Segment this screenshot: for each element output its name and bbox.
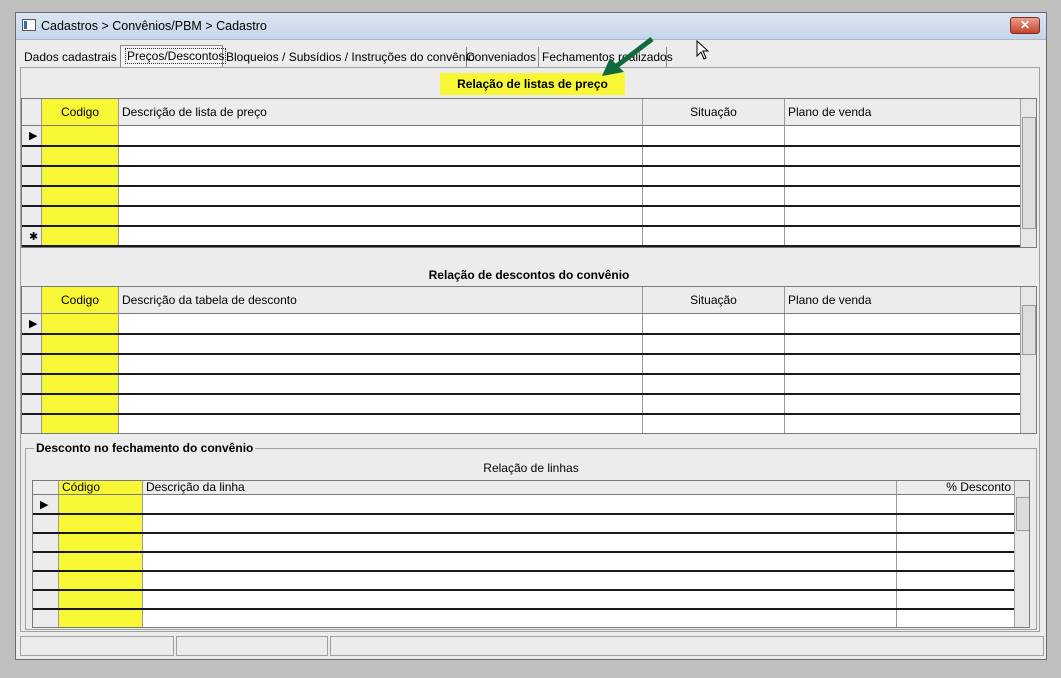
scroll-thumb[interactable]	[1022, 305, 1036, 355]
tab-conveniados[interactable]: Conveniados	[462, 47, 539, 67]
status-cell-2	[176, 636, 328, 656]
tab-panel-precos-descontos: Relação de listas de preço Codigo Descri…	[20, 67, 1040, 632]
title-bar: Cadastros > Convênios/PBM > Cadastro ✕	[16, 13, 1046, 40]
current-row-indicator: ▶	[29, 130, 38, 142]
header-codigo[interactable]: Código	[59, 481, 143, 495]
corner-header	[22, 99, 42, 126]
vertical-scrollbar[interactable]	[1020, 99, 1036, 247]
new-row-indicator: ✱	[29, 231, 39, 243]
closing-discount-title: Desconto no fechamento do convênio	[34, 441, 256, 455]
status-cell-1	[20, 636, 174, 656]
header-plano-de-venda[interactable]: Plano de venda	[785, 99, 1022, 126]
tab-precos-descontos[interactable]: Preços/Descontos	[120, 45, 227, 68]
header-situacao[interactable]: Situação	[643, 287, 785, 314]
scroll-thumb[interactable]	[1016, 497, 1029, 531]
current-row-indicator: ▶	[29, 318, 38, 330]
lines-grid[interactable]: Código Descrição da linha % Desconto ▶	[32, 480, 1030, 628]
vertical-scrollbar[interactable]	[1014, 481, 1029, 627]
status-bar	[20, 636, 1044, 656]
current-row-indicator: ▶	[40, 499, 49, 511]
green-arrow-icon	[602, 37, 654, 76]
window-title: Cadastros > Convênios/PBM > Cadastro	[41, 19, 267, 33]
header-plano-de-venda[interactable]: Plano de venda	[785, 287, 1022, 314]
header-situacao[interactable]: Situação	[643, 99, 785, 126]
price-lists-grid[interactable]: Codigo Descrição de lista de preço Situa…	[21, 98, 1037, 248]
vertical-scrollbar[interactable]	[1020, 287, 1036, 433]
discounts-grid[interactable]: Codigo Descrição da tabela de desconto S…	[21, 286, 1037, 434]
tab-dados-cadastrais[interactable]: Dados cadastrais	[20, 47, 127, 67]
status-cell-3	[330, 636, 1044, 656]
close-button[interactable]: ✕	[1010, 17, 1040, 34]
scroll-thumb[interactable]	[1022, 117, 1036, 229]
app-icon	[22, 19, 36, 31]
header-descricao[interactable]: Descrição da tabela de desconto	[119, 287, 643, 314]
mouse-cursor-icon	[696, 40, 710, 60]
lines-subtitle: Relação de linhas	[483, 461, 579, 475]
tab-bloqueios[interactable]: Bloqueios / Subsídios / Instruções do co…	[222, 47, 475, 67]
closing-discount-group: Desconto no fechamento do convênio Relaç…	[25, 441, 1037, 630]
header-descricao[interactable]: Descrição de lista de preço	[119, 99, 643, 126]
price-lists-title: Relação de listas de preço	[440, 73, 625, 95]
convenio-cadastro-window: Cadastros > Convênios/PBM > Cadastro ✕ D…	[15, 12, 1047, 660]
discounts-title: Relação de descontos do convênio	[428, 268, 630, 282]
header-codigo[interactable]: Codigo	[42, 287, 119, 314]
header-percent-desconto[interactable]: % Desconto	[897, 481, 1015, 495]
header-descricao-linha[interactable]: Descrição da linha	[143, 481, 897, 495]
header-codigo[interactable]: Codigo	[42, 99, 119, 126]
